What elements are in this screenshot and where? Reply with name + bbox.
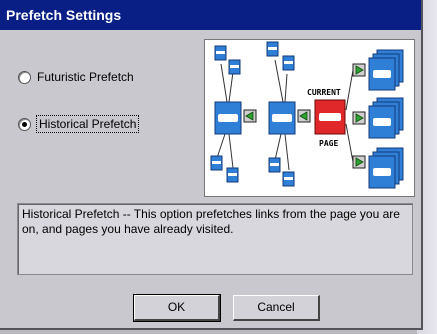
current-label: CURRENT [307, 88, 341, 97]
prefetch-settings-dialog: Prefetch Settings Futuristic Prefetch Hi… [0, 0, 423, 330]
prefetch-illustration: CURRENT PAGE [210, 41, 404, 189]
historical-prefetch-radio[interactable]: Historical Prefetch [18, 115, 140, 133]
ok-button[interactable]: OK [133, 294, 221, 322]
description-text: Historical Prefetch -- This option prefe… [22, 207, 400, 236]
futuristic-prefetch-radio[interactable]: Futuristic Prefetch [18, 70, 134, 84]
prefetch-diagram: CURRENT PAGE [204, 39, 415, 197]
radio-button-selected-icon[interactable] [18, 117, 31, 131]
window-title: Prefetch Settings [6, 7, 122, 23]
futuristic-prefetch-label[interactable]: Futuristic Prefetch [37, 70, 134, 84]
title-bar: Prefetch Settings [0, 0, 421, 30]
radio-button-icon[interactable] [18, 70, 31, 84]
description-box: Historical Prefetch -- This option prefe… [17, 203, 413, 275]
historical-prefetch-label[interactable]: Historical Prefetch [35, 115, 140, 133]
cancel-button[interactable]: Cancel [233, 295, 320, 321]
page-label: PAGE [319, 139, 338, 148]
